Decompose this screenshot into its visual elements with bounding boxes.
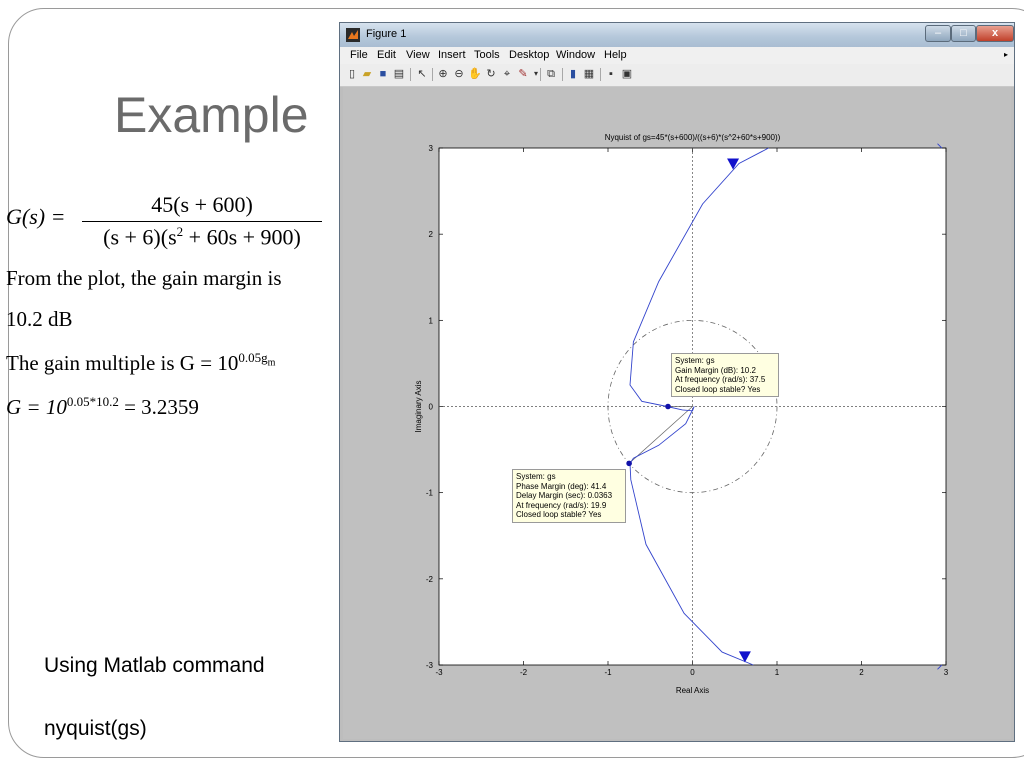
menubar-overflow-icon[interactable]: ▸ (1004, 50, 1008, 59)
maximize-button[interactable]: □ (951, 25, 976, 42)
y-tick-label: -3 (426, 661, 434, 670)
x-tick-label: 2 (859, 668, 864, 677)
y-tick-label: -1 (426, 489, 434, 498)
toolbar-separator (432, 68, 433, 81)
pointer-icon[interactable]: ↖ (415, 67, 429, 81)
data-cursor-icon[interactable]: ⌖ (500, 67, 514, 81)
x-tick-label: -1 (604, 668, 612, 677)
menu-help[interactable]: Help (604, 49, 627, 61)
y-tick-label: -2 (426, 575, 434, 584)
y-tick-label: 1 (429, 316, 434, 325)
print-icon[interactable]: ▤ (392, 67, 406, 81)
matlab-icon (346, 28, 360, 42)
rotate-icon[interactable]: ↻ (484, 67, 498, 81)
figure-canvas: Nyquist of gs=45*(s+600)/((s+6)*(s^2+60*… (343, 87, 1011, 739)
zoom-out-icon[interactable]: ⊖ (452, 67, 466, 81)
new-figure-icon[interactable]: ▯ (345, 67, 359, 81)
toolbar-separator (540, 68, 541, 81)
hide-plot-tools-icon[interactable]: ▪ (604, 67, 618, 81)
minimize-button[interactable]: – (925, 25, 951, 42)
x-axis-label: Real Axis (676, 686, 709, 695)
gain-margin-sentence: From the plot, the gain margin is (6, 266, 282, 290)
transfer-function-fraction: 45(s + 600) (s + 6)(s2 + 60s + 900) (82, 192, 322, 250)
menu-view[interactable]: View (406, 49, 430, 61)
close-button[interactable]: x (976, 25, 1014, 42)
gain-margin-value: 10.2 dB (6, 307, 73, 331)
x-tick-label: -2 (520, 668, 528, 677)
matlab-command-label: Using Matlab command (44, 654, 265, 677)
save-icon[interactable]: ■ (376, 67, 390, 81)
menu-insert[interactable]: Insert (438, 49, 466, 61)
open-file-icon[interactable]: ▰ (360, 67, 374, 81)
pan-icon[interactable]: ✋ (468, 67, 482, 81)
nyquist-plot[interactable]: Nyquist of gs=45*(s+600)/((s+6)*(s^2+60*… (343, 87, 1011, 739)
formula-lhs: G(s) = (6, 204, 66, 229)
brush-icon[interactable]: ✎ (516, 67, 530, 81)
x-tick-label: 3 (944, 668, 949, 677)
formula-numerator: 45(s + 600) (151, 192, 253, 217)
menu-edit[interactable]: Edit (377, 49, 396, 61)
x-tick-label: -3 (435, 668, 443, 677)
chart-title: Nyquist of gs=45*(s+600)/((s+6)*(s^2+60*… (605, 133, 781, 142)
toolbar-separator (410, 68, 411, 81)
gain-multiple-result: G = 100.05*10.2 = 3.2359 (6, 394, 199, 419)
x-tick-label: 0 (690, 668, 695, 677)
legend-icon[interactable]: ▦ (582, 67, 596, 81)
menu-tools[interactable]: Tools (474, 49, 500, 61)
link-plot-icon[interactable]: ⧉ (544, 67, 558, 81)
zoom-in-icon[interactable]: ⊕ (436, 67, 450, 81)
toolbar-separator (562, 68, 563, 81)
slide-title: Example (114, 87, 309, 143)
menubar: File Edit View Insert Tools Desktop Wind… (340, 47, 1014, 64)
phase-margin-marker (626, 460, 632, 467)
formula-denominator: (s + 6)(s2 + 60s + 900) (82, 221, 322, 250)
window-title: Figure 1 (366, 28, 407, 40)
matlab-command: nyquist(gs) (44, 717, 147, 740)
window-titlebar[interactable]: Figure 1 – □ x (340, 23, 1014, 47)
x-tick-label: 1 (775, 668, 780, 677)
menu-desktop[interactable]: Desktop (509, 49, 549, 61)
menu-file[interactable]: File (350, 49, 368, 61)
y-tick-label: 3 (429, 144, 434, 153)
figure-toolbar: ▯ ▰ ■ ▤ ↖ ⊕ ⊖ ✋ ↻ ⌖ ✎ ▾ ⧉ ▮ ▦ ▪ ▣ (340, 64, 1014, 87)
gain-margin-datatip[interactable]: System: gs Gain Margin (dB): 10.2 At fre… (671, 353, 779, 398)
figure-window: Figure 1 – □ x File Edit View Insert Too… (339, 22, 1015, 742)
nyquist-branch-2 (937, 664, 943, 670)
y-tick-label: 0 (429, 403, 434, 412)
y-axis-label: Imaginary Axis (414, 380, 423, 432)
menu-window[interactable]: Window (556, 49, 595, 61)
gain-multiple-sentence: The gain multiple is G = 100.05gm (6, 350, 276, 375)
show-plot-tools-icon[interactable]: ▣ (620, 67, 634, 81)
y-tick-label: 2 (429, 230, 434, 239)
toolbar-separator (600, 68, 601, 81)
colorbar-icon[interactable]: ▮ (566, 67, 580, 81)
gain-margin-marker (665, 403, 671, 410)
phase-margin-datatip[interactable]: System: gs Phase Margin (deg): 41.4 Dela… (512, 469, 626, 523)
nyquist-branch-1 (937, 143, 943, 149)
